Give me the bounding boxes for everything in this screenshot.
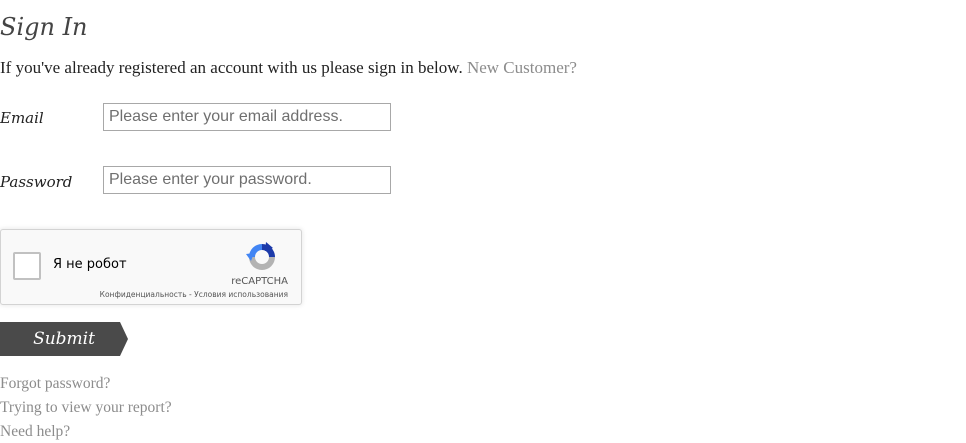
recaptcha-label: Я не робот [53, 257, 127, 272]
view-report-link[interactable]: Trying to view your report? [0, 399, 172, 417]
intro-message: If you've already registered an account … [0, 58, 463, 77]
recaptcha-terms-link[interactable]: Условия использования [194, 290, 288, 299]
submit-button-label: Submit [33, 329, 95, 349]
page-title: Sign In [0, 13, 88, 41]
recaptcha-checkbox[interactable] [13, 252, 41, 280]
email-label: Email [0, 109, 44, 127]
email-field[interactable] [103, 103, 391, 131]
submit-button[interactable]: Submit [0, 322, 128, 356]
need-help-link[interactable]: Need help? [0, 423, 70, 441]
forgot-password-link[interactable]: Forgot password? [0, 375, 110, 393]
password-label: Password [0, 173, 73, 191]
password-field[interactable] [103, 166, 391, 194]
recaptcha-brand: reCAPTCHA [231, 276, 288, 287]
recaptcha-terms: Конфиденциальность - Условия использован… [100, 290, 288, 300]
recaptcha-logo-icon [246, 242, 275, 270]
intro-text: If you've already registered an account … [0, 58, 577, 78]
recaptcha-privacy-link[interactable]: Конфиденциальность [100, 290, 187, 299]
recaptcha-widget: Я не робот reCAPTCHA Конфиденциальность … [0, 229, 302, 305]
new-customer-link[interactable]: New Customer? [467, 58, 577, 77]
